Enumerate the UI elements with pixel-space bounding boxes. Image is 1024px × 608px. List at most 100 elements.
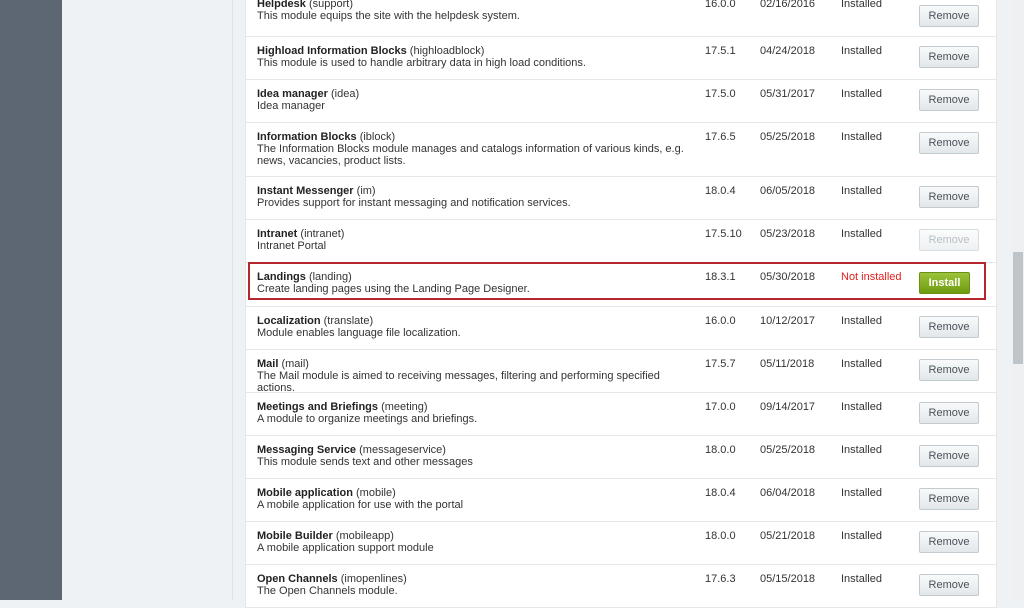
module-info: Landings (landing) Create landing pages u… xyxy=(257,271,687,295)
remove-button[interactable]: Remove xyxy=(919,5,979,27)
table-row: Messaging Service (messageservice) This m… xyxy=(246,436,996,479)
module-description: A mobile application for use with the po… xyxy=(257,499,464,511)
module-status: Installed xyxy=(841,131,882,143)
table-row: Localization (translate) Module enables l… xyxy=(246,307,996,350)
remove-button[interactable]: Remove xyxy=(919,574,979,596)
module-description: Create landing pages using the Landing P… xyxy=(257,283,530,295)
remove-button[interactable]: Remove xyxy=(919,445,979,467)
module-name: Helpdesk xyxy=(257,0,306,10)
table-row: Helpdesk (support) This module equips the… xyxy=(246,0,996,37)
remove-button[interactable]: Remove xyxy=(919,488,979,510)
module-info: Mobile application (mobile) A mobile appl… xyxy=(257,487,687,511)
module-date: 05/21/2018 xyxy=(760,530,816,542)
module-version: 18.0.4 xyxy=(705,185,736,197)
remove-button[interactable]: Remove xyxy=(919,531,979,553)
module-code: (iblock) xyxy=(359,131,396,143)
module-status: Installed xyxy=(841,228,882,240)
module-info: Information Blocks (iblock) The Informati… xyxy=(257,131,687,167)
module-status: Installed xyxy=(841,45,882,57)
module-version: 18.0.0 xyxy=(705,444,736,456)
module-name: Messaging Service xyxy=(257,444,357,456)
module-version: 17.0.0 xyxy=(705,401,736,413)
table-row: Mobile application (mobile) A mobile appl… xyxy=(246,479,996,522)
module-date: 10/12/2017 xyxy=(760,315,816,327)
module-description: This module equips the site with the hel… xyxy=(257,10,520,22)
module-description: Idea manager xyxy=(257,100,325,112)
module-status: Installed xyxy=(841,0,882,10)
table-row: Intranet (intranet) Intranet Portal 17.5.… xyxy=(246,220,996,263)
table-row: Landings (landing) Create landing pages u… xyxy=(246,263,996,307)
module-description: A module to organize meetings and briefi… xyxy=(257,413,478,425)
module-name: Open Channels xyxy=(257,573,338,585)
table-row: Open Channels (imopenlines) The Open Chan… xyxy=(246,565,996,608)
module-date: 04/24/2018 xyxy=(760,45,816,57)
remove-button[interactable]: Remove xyxy=(919,402,979,424)
module-name: Meetings and Briefings xyxy=(257,401,379,413)
scrollbar-thumb[interactable] xyxy=(1013,252,1023,364)
module-name: Instant Messenger xyxy=(257,185,354,197)
module-version: 18.0.0 xyxy=(705,530,736,542)
module-description: Intranet Portal xyxy=(257,240,327,252)
remove-button[interactable]: Remove xyxy=(919,359,979,381)
module-code: (landing) xyxy=(308,271,352,283)
module-status: Installed xyxy=(841,444,882,456)
module-info: Mail (mail) The Mail module is aimed to r… xyxy=(257,358,687,394)
module-description: The Open Channels module. xyxy=(257,585,398,597)
module-date: 05/25/2018 xyxy=(760,131,816,143)
module-version: 17.5.7 xyxy=(705,358,736,370)
remove-button[interactable]: Remove xyxy=(919,132,979,154)
table-row: Information Blocks (iblock) The Informati… xyxy=(246,123,996,177)
module-date: 09/14/2017 xyxy=(760,401,816,413)
module-version: 16.0.0 xyxy=(705,315,736,327)
module-date: 05/11/2018 xyxy=(760,358,815,370)
module-version: 17.5.10 xyxy=(705,228,742,240)
table-row: Instant Messenger (im) Provides support f… xyxy=(246,177,996,220)
module-date: 05/23/2018 xyxy=(760,228,816,240)
left-menu-strip xyxy=(0,0,62,600)
module-code: (im) xyxy=(356,185,376,197)
module-code: (meeting) xyxy=(381,401,428,413)
table-row: Idea manager (idea) Idea manager 17.5.0 0… xyxy=(246,80,996,123)
module-date: 05/15/2018 xyxy=(760,573,816,585)
module-status: Installed xyxy=(841,401,882,413)
module-description: A mobile application support module xyxy=(257,542,434,554)
content-panel: Helpdesk (support) This module equips the… xyxy=(233,0,1012,608)
module-date: 02/16/2016 xyxy=(760,0,816,10)
remove-button[interactable]: Remove xyxy=(919,186,979,208)
module-code: (intranet) xyxy=(300,228,345,240)
module-version: 17.6.5 xyxy=(705,131,736,143)
module-version: 17.5.1 xyxy=(705,45,736,57)
module-description: Module enables language file localizatio… xyxy=(257,327,461,339)
table-row: Highload Information Blocks (highloadblo… xyxy=(246,37,996,80)
module-name: Landings xyxy=(257,271,306,283)
module-version: 17.6.3 xyxy=(705,573,736,585)
module-status: Installed xyxy=(841,315,882,327)
module-description: This module sends text and other message… xyxy=(257,456,473,468)
module-date: 05/30/2018 xyxy=(760,271,816,283)
vertical-scrollbar[interactable] xyxy=(1012,0,1024,600)
module-info: Idea manager (idea) Idea manager xyxy=(257,88,687,112)
table-row: Meetings and Briefings (meeting) A module… xyxy=(246,393,996,436)
module-description: The Information Blocks module manages an… xyxy=(257,143,684,167)
remove-button[interactable]: Remove xyxy=(919,46,979,68)
remove-button[interactable]: Remove xyxy=(919,316,979,338)
module-code: (mobile) xyxy=(356,487,396,499)
module-code: (highloadblock) xyxy=(409,45,485,57)
module-name: Mail xyxy=(257,358,279,370)
install-button[interactable]: Install xyxy=(919,272,970,294)
module-name: Intranet xyxy=(257,228,298,240)
module-info: Helpdesk (support) This module equips the… xyxy=(257,0,687,22)
module-name: Highload Information Blocks xyxy=(257,45,407,57)
module-code: (translate) xyxy=(323,315,374,327)
remove-button[interactable]: Remove xyxy=(919,89,979,111)
remove-button-disabled: Remove xyxy=(919,229,979,251)
module-info: Instant Messenger (im) Provides support f… xyxy=(257,185,687,209)
module-info: Mobile Builder (mobileapp) A mobile appli… xyxy=(257,530,687,554)
module-version: 18.3.1 xyxy=(705,271,736,283)
module-code: (imopenlines) xyxy=(340,573,407,585)
module-date: 05/25/2018 xyxy=(760,444,816,456)
module-table: Helpdesk (support) This module equips the… xyxy=(245,0,997,608)
module-status: Installed xyxy=(841,358,882,370)
left-panel xyxy=(62,0,233,600)
module-info: Meetings and Briefings (meeting) A module… xyxy=(257,401,687,425)
